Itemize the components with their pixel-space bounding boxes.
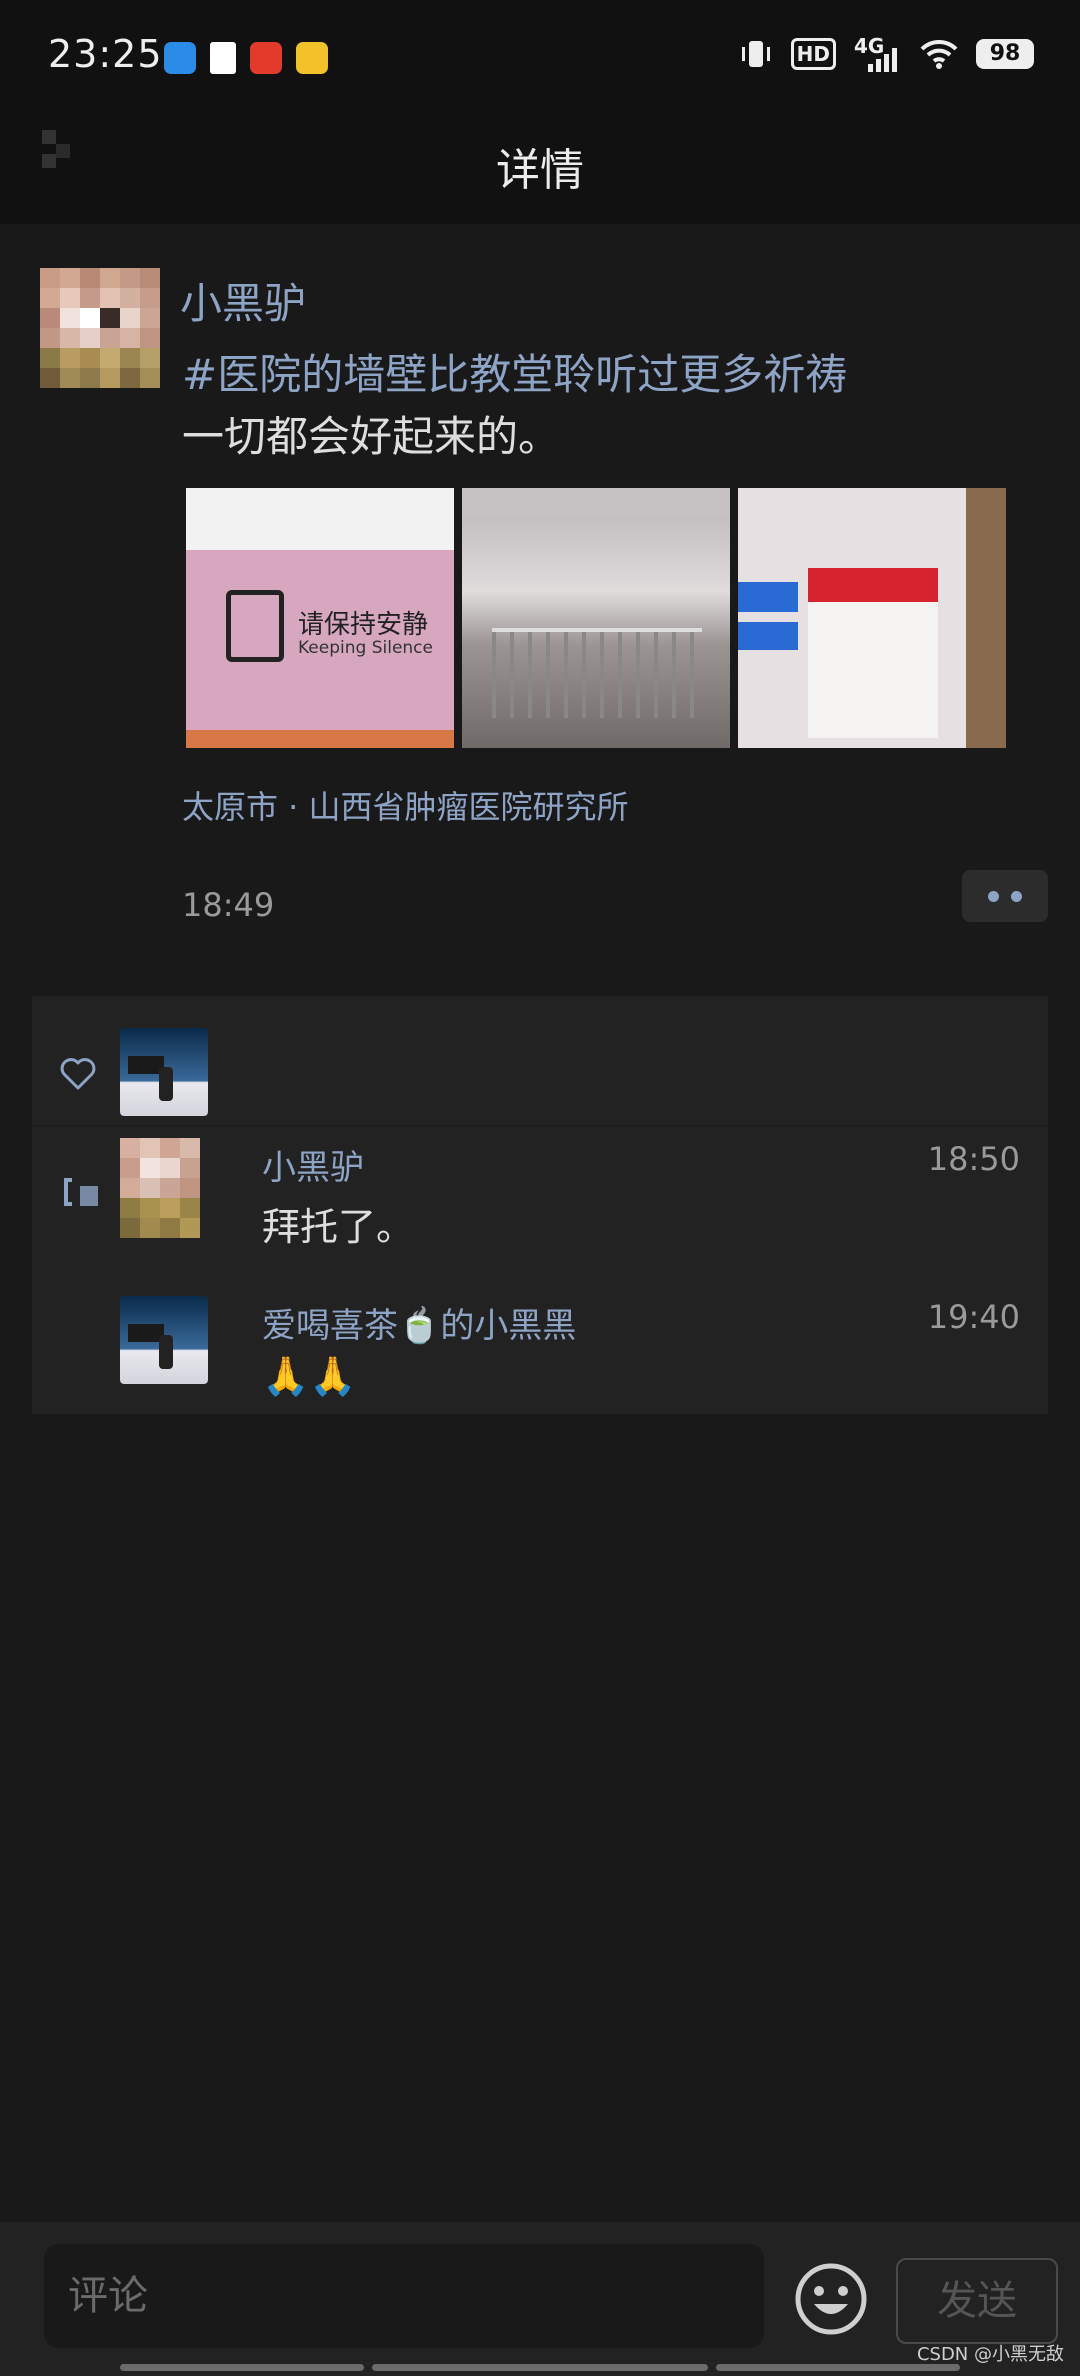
post-location[interactable]: 太原市 · 山西省肿瘤医院研究所 [182, 782, 629, 828]
top-bar: 23:25 HD 4G 98 详情 [0, 0, 1080, 224]
watermark: CSDN @小黑无敌 [916, 2344, 1064, 2365]
commenter-avatar[interactable] [120, 1138, 200, 1238]
liker-avatar[interactable] [120, 1028, 208, 1116]
comment-text: 🙏🙏 [262, 1354, 357, 1398]
more-actions-button[interactable] [962, 870, 1048, 922]
commenter-avatar[interactable] [120, 1296, 208, 1384]
photo-grid: 请保持安静 Keeping Silence [186, 488, 1006, 748]
rewards-icon [296, 42, 328, 74]
photo-sign-text: 请保持安静 [298, 610, 429, 640]
post-text-line: 一切都会好起来的。 [182, 412, 561, 461]
comment-time: 18:50 [927, 1140, 1020, 1178]
photo-sign-subtext: Keeping Silence [298, 638, 433, 658]
page-title: 详情 [496, 145, 584, 196]
likes-row [32, 996, 1048, 1126]
status-time: 23:25 [48, 32, 163, 76]
battery-icon: 98 [976, 39, 1034, 69]
browser-icon [164, 42, 196, 74]
author-avatar[interactable] [40, 268, 160, 388]
post-time: 18:49 [182, 886, 275, 924]
notification-icons [164, 42, 328, 74]
commenter-name[interactable]: 小黑驴 [262, 1140, 364, 1189]
comment-input[interactable] [44, 2244, 764, 2348]
vibrate-icon [741, 41, 770, 67]
comment-text: 拜托了。 [262, 1205, 415, 1249]
status-bar: 23:25 HD 4G 98 [0, 0, 1080, 110]
comment-icon [64, 1178, 98, 1206]
book-icon [210, 42, 236, 74]
emoji-icon[interactable] [794, 2262, 868, 2336]
author-name[interactable]: 小黑驴 [180, 270, 306, 331]
hd-badge: HD [790, 38, 836, 70]
commenter-name[interactable]: 爱喝喜茶🍵的小黑黑 [262, 1298, 576, 1347]
heart-icon [60, 1058, 96, 1090]
photo-2[interactable] [462, 488, 730, 748]
photo-3[interactable] [738, 488, 1006, 748]
home-indicator [120, 2364, 960, 2371]
post-content: #医院的墙壁比教堂聆听过更多祈祷 一切都会好起来的。 [182, 344, 1042, 468]
comment-item[interactable]: 小黑驴 18:50 拜托了。 [120, 1138, 1020, 1249]
comment-time: 19:40 [927, 1298, 1020, 1336]
comment-item[interactable]: 爱喝喜茶🍵的小黑黑 19:40 🙏🙏 [120, 1296, 1020, 1406]
signal-icon: 4G [854, 34, 902, 72]
send-button[interactable]: 发送 [896, 2258, 1058, 2344]
shop-icon [250, 42, 282, 74]
wifi-icon [920, 39, 958, 69]
photo-1[interactable]: 请保持安静 Keeping Silence [186, 488, 454, 748]
interaction-panel: 小黑驴 18:50 拜托了。 爱喝喜茶🍵的小黑黑 19:40 🙏🙏 [32, 996, 1048, 1414]
system-indicators: HD 4G 98 [739, 34, 1034, 72]
post-hashtag-line[interactable]: #医院的墙壁比教堂聆听过更多祈祷 [182, 344, 1042, 406]
moment-detail-page: 23:25 HD 4G 98 详情 小黑驴 #医院的墙壁比教堂聆听过更多祈祷 一… [0, 0, 1080, 2376]
